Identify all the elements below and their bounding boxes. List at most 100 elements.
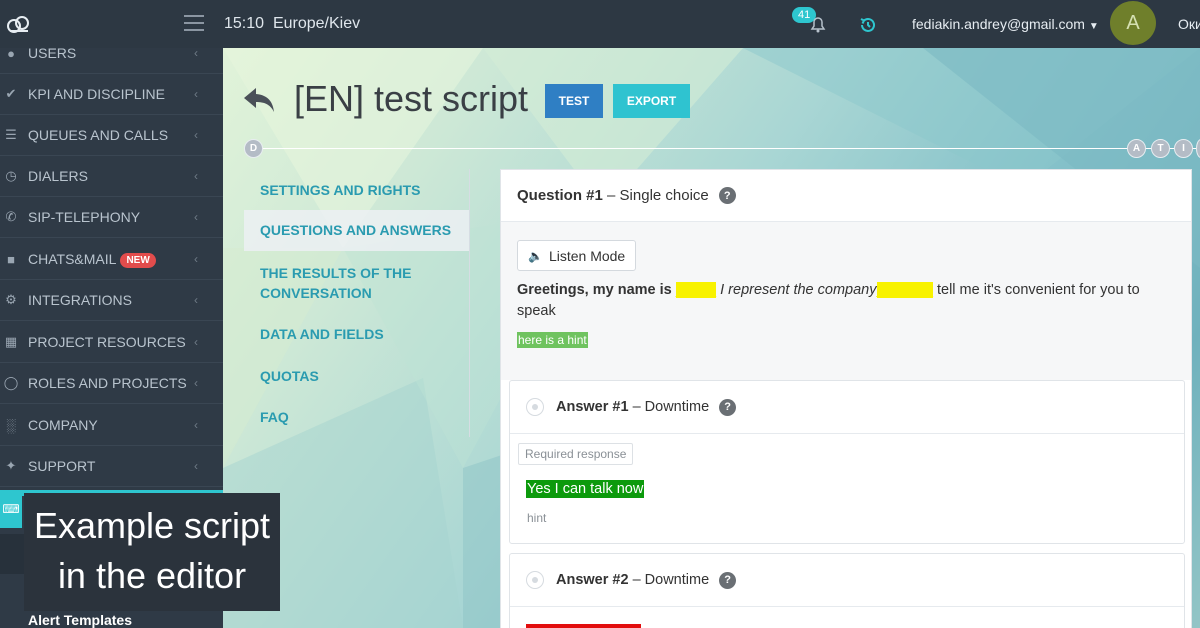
- back-arrow-icon[interactable]: [242, 84, 276, 114]
- chevron-left-icon: ‹: [194, 459, 198, 473]
- list-icon: ☰: [5, 127, 17, 142]
- answer-text-highlight: [526, 624, 641, 628]
- required-response-badge: Required response: [518, 443, 634, 465]
- tab-quotas[interactable]: QUOTAS: [244, 366, 470, 386]
- answer-text: Yes I can talk now: [526, 480, 645, 498]
- chat-icon: ■: [7, 251, 15, 267]
- keyboard-icon[interactable]: ⌨: [0, 490, 22, 528]
- question-text-bold: Greetings, my name is: [517, 282, 672, 298]
- help-icon[interactable]: ?: [718, 187, 736, 204]
- sidebar-item-label: SUPPORT: [28, 458, 96, 474]
- sidebar-item-label: COMPANY: [28, 417, 98, 433]
- tab-results-of-conversation[interactable]: THE RESULTS OF THE CONVERSATION: [244, 263, 444, 303]
- question-text-italic: I represent the company: [720, 282, 877, 298]
- page-title: [EN] test script: [294, 78, 529, 119]
- chevron-left-icon: ‹: [194, 46, 198, 60]
- radio-button[interactable]: [526, 571, 544, 589]
- gears-icon: ⚙: [5, 292, 17, 307]
- caption-line: Example script: [33, 505, 271, 546]
- sidebar-item-text: CHATS&MAIL: [28, 251, 117, 267]
- sidebar-item-label: USERS: [28, 45, 77, 61]
- user-menu[interactable]: fediakin.andrey@gmail.com ▼: [912, 16, 1099, 32]
- timeline-node[interactable]: [1196, 139, 1200, 158]
- answer-header[interactable]: Answer #2 – Downtime ?: [510, 554, 1184, 607]
- chevron-left-icon: ‹: [194, 87, 198, 101]
- sidebar-item-label: DIALERS: [28, 168, 88, 184]
- timeline-line: [254, 148, 1200, 149]
- tab-data-and-fields[interactable]: DATA AND FIELDS: [244, 324, 470, 344]
- timeline-node-start[interactable]: D: [244, 139, 263, 158]
- new-badge: NEW: [120, 253, 156, 268]
- sidebar-item-label: CHATS&MAIL NEW: [28, 251, 156, 268]
- sidebar-item-kpi[interactable]: ✔ KPI AND DISCIPLINE ‹: [0, 74, 223, 115]
- topbar-extra-label[interactable]: Оки: [1178, 16, 1200, 32]
- sidebar-item-project-resources[interactable]: ▦ PROJECT RESOURCES ‹: [0, 322, 223, 363]
- radio-button[interactable]: [526, 398, 544, 416]
- grid-icon: ▦: [4, 334, 18, 349]
- chevron-left-icon: ‹: [194, 169, 198, 183]
- tab-questions-and-answers[interactable]: QUESTIONS AND ANSWERS: [244, 210, 470, 251]
- test-button[interactable]: TEST: [545, 84, 603, 118]
- sidebar-item-company[interactable]: ░ COMPANY ‹: [0, 405, 223, 446]
- listen-mode-label: Listen Mode: [548, 247, 626, 264]
- sidebar-item-alert-templates[interactable]: Alert Templates: [28, 612, 132, 628]
- chevron-left-icon: ‹: [194, 210, 198, 224]
- check-icon: ✔: [5, 86, 17, 101]
- chevron-left-icon: ‹: [194, 335, 198, 349]
- user-icon: ●: [7, 45, 15, 61]
- current-time: 15:10: [224, 15, 265, 32]
- history-icon[interactable]: [858, 15, 878, 35]
- nav-divider: [469, 169, 470, 437]
- export-button[interactable]: EXPORT: [613, 84, 690, 118]
- bar-chart-icon: ░: [6, 417, 16, 433]
- answer-hint: hint: [527, 511, 547, 525]
- sidebar-item-label: SIP-TELEPHONY: [28, 209, 141, 225]
- question-card: Question #1 – Single choice ? 🔈 Listen Mo…: [500, 169, 1192, 628]
- sidebar-item-sip[interactable]: ✆ SIP-TELEPHONY ‹: [0, 197, 223, 238]
- bell-icon[interactable]: [808, 14, 828, 34]
- avatar[interactable]: A: [1110, 1, 1156, 45]
- chevron-left-icon: ‹: [194, 376, 198, 390]
- timeline-node[interactable]: A: [1127, 139, 1146, 158]
- question-title: Question #1: [517, 187, 603, 204]
- answer-title: Answer #2: [556, 572, 629, 588]
- timezone: Europe/Kiev: [272, 15, 361, 32]
- sidebar-item-label: INTEGRATIONS: [28, 292, 132, 308]
- caption-overlay: Example script in the editor: [24, 493, 280, 611]
- help-icon[interactable]: ?: [719, 571, 737, 589]
- timeline-node[interactable]: I: [1174, 139, 1193, 158]
- answer-title: Answer #1: [556, 399, 629, 415]
- chevron-left-icon: ‹: [194, 128, 198, 142]
- question-body: 🔈 Listen Mode Greetings, my name is _____…: [501, 222, 1191, 380]
- sidebar-item-label: PROJECT RESOURCES: [28, 334, 186, 350]
- help-icon[interactable]: ?: [719, 398, 737, 416]
- sidebar-item-roles[interactable]: ◯ ROLES AND PROJECTS ‹: [0, 363, 223, 404]
- wrench-icon: ✦: [5, 458, 17, 473]
- user-email: fediakin.andrey@gmail.com: [912, 16, 1085, 32]
- sidebar-item-integrations[interactable]: ⚙ INTEGRATIONS ‹: [0, 280, 223, 321]
- sidebar-item-queues[interactable]: ☰ QUEUES AND CALLS ‹: [0, 115, 223, 156]
- chevron-left-icon: ‹: [194, 293, 198, 307]
- question-text: Greetings, my name is _____ I represent …: [517, 280, 1177, 322]
- sidebar-item-dialers[interactable]: ◷ DIALERS ‹: [0, 156, 223, 197]
- clock-icon: ◷: [5, 168, 17, 183]
- listen-mode-button[interactable]: 🔈 Listen Mode: [517, 240, 637, 271]
- sidebar-item-label: QUEUES AND CALLS: [28, 127, 169, 143]
- sidebar-item-users[interactable]: ● USERS ‹: [0, 33, 223, 74]
- phone-icon: ✆: [5, 209, 17, 224]
- caption-line: in the editor: [57, 555, 247, 596]
- tab-faq[interactable]: FAQ: [244, 407, 470, 427]
- sidebar-item-chats[interactable]: ■ CHATS&MAIL NEW ‹: [0, 239, 223, 280]
- chevron-left-icon: ‹: [194, 418, 198, 432]
- answer-subtitle: – Downtime: [632, 399, 710, 415]
- timeline-node[interactable]: T: [1151, 139, 1170, 158]
- tab-settings-and-rights[interactable]: SETTINGS AND RIGHTS: [244, 180, 470, 200]
- question-type: – Single choice: [607, 187, 709, 204]
- time-zone-display: 15:10 Europe/Kiev: [224, 15, 360, 33]
- question-hint: here is a hint: [517, 332, 588, 348]
- hamburger-icon[interactable]: [184, 15, 204, 31]
- sidebar-item-label: ROLES AND PROJECTS: [28, 375, 187, 391]
- answer-header[interactable]: Answer #1 – Downtime ?: [510, 381, 1184, 434]
- blank-field: _______: [876, 282, 933, 298]
- sidebar-item-support[interactable]: ✦ SUPPORT ‹: [0, 446, 223, 487]
